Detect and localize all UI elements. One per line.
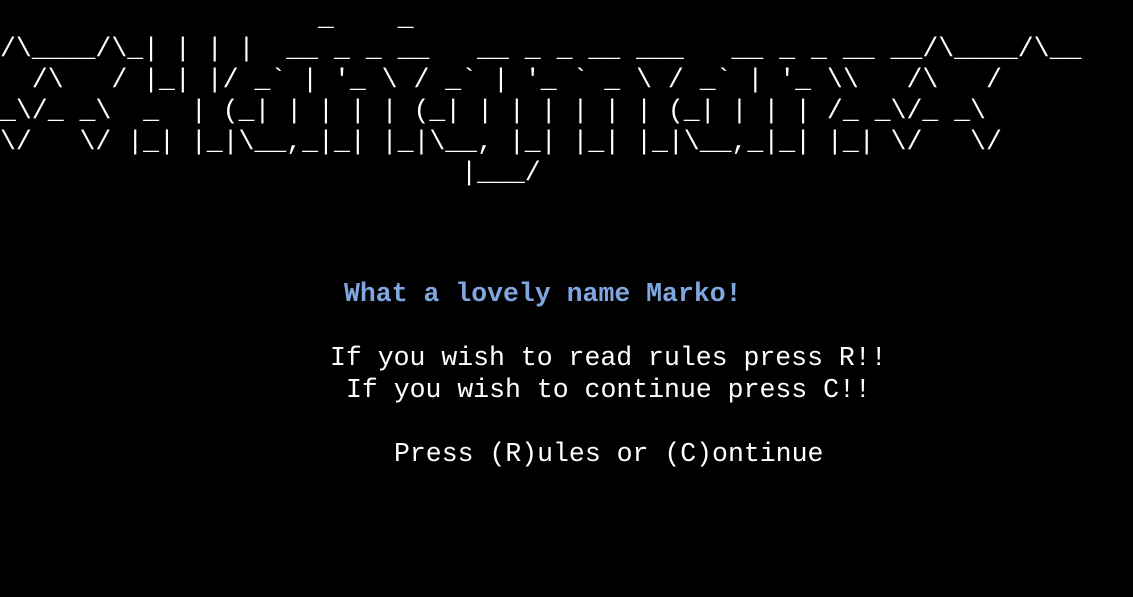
rules-instruction: If you wish to read rules press R!!	[330, 343, 887, 373]
banner-line: /\____/\_| | | | __ _ _ __ __ _ _ __ ___…	[0, 34, 1082, 64]
banner-line: \/ \/ |_| |_|\__,_|_| |_|\__, |_| |_| |_…	[0, 127, 1002, 157]
greeting-message: What a lovely name Marko!	[344, 279, 742, 309]
choice-prompt: Press (R)ules or (C)ontinue	[394, 439, 824, 469]
continue-instruction: If you wish to continue press C!!	[346, 375, 871, 405]
terminal-screen[interactable]: _ _ /\____/\_| | | | __ _ _ __ __ _ _ __…	[0, 0, 1133, 597]
banner-line: /\ / |_| |/ _` | '_ \ / _` | '_ ` _ \ / …	[0, 65, 1002, 95]
banner-line: _ _	[0, 3, 414, 33]
hangman-ascii-banner: _ _ /\____/\_| | | | __ _ _ __ __ _ _ __…	[0, 3, 1133, 189]
banner-line: |___/	[0, 158, 541, 188]
banner-line: _\/_ _\ _ | (_| | | | | (_| | | | | | | …	[0, 96, 986, 126]
